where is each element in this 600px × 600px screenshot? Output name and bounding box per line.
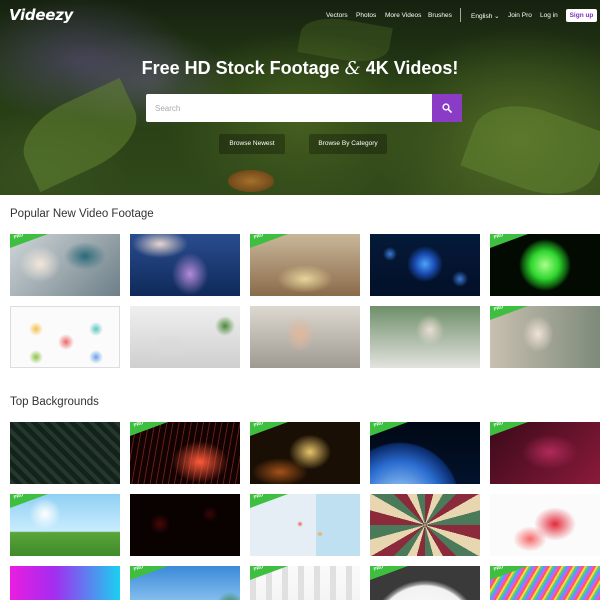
login-link[interactable]: Log in: [540, 12, 558, 19]
browse-category-button[interactable]: Browse By Category: [309, 134, 387, 154]
nav-divider: [460, 8, 461, 22]
signup-button[interactable]: Sign up: [566, 9, 597, 22]
video-thumbnail-earth-space[interactable]: PRO: [370, 422, 480, 484]
hero-banner: Videezy Vectors Photos More Videos Brush…: [0, 0, 600, 195]
browse-newest-button[interactable]: Browse Newest: [219, 134, 285, 154]
video-thumbnail-sunny-field[interactable]: PRO: [10, 494, 120, 556]
nav-brushes[interactable]: Brushes: [428, 12, 452, 19]
video-thumbnail-colorful-lines[interactable]: PRO: [490, 566, 600, 600]
join-pro-link[interactable]: Join Pro: [508, 12, 532, 19]
video-thumbnail-woman-mask-laptop[interactable]: [370, 306, 480, 368]
video-thumbnail-red-smoke[interactable]: [490, 494, 600, 556]
top-navigation: Videezy Vectors Photos More Videos Brush…: [0, 0, 600, 32]
video-thumbnail-dark-red-bokeh[interactable]: [130, 494, 240, 556]
hero-title: Free HD Stock Footage & 4K Videos!: [141, 58, 459, 79]
section-title-popular: Popular New Video Footage: [10, 208, 154, 220]
search-input[interactable]: [146, 94, 432, 122]
video-thumbnail-scientist-microscope[interactable]: PRO: [10, 234, 120, 296]
video-thumbnail-dark-maze[interactable]: [10, 422, 120, 484]
video-thumbnail-map-pins[interactable]: PRO: [250, 494, 360, 556]
video-thumbnail-laptop-desk[interactable]: [130, 306, 240, 368]
videezy-logo[interactable]: Videezy: [9, 6, 73, 24]
language-select[interactable]: English ⌄: [471, 12, 500, 20]
section-title-backgrounds: Top Backgrounds: [10, 396, 99, 408]
video-thumbnail-red-particles[interactable]: PRO: [130, 422, 240, 484]
nav-more-videos[interactable]: More Videos: [385, 12, 421, 19]
video-thumbnail-gold-particles[interactable]: PRO: [250, 422, 360, 484]
video-thumbnail-man-couch-phone[interactable]: [250, 306, 360, 368]
video-thumbnail-green-virus[interactable]: PRO: [490, 234, 600, 296]
chevron-down-icon: ⌄: [494, 13, 500, 20]
video-thumbnail-infographic-people[interactable]: [10, 306, 120, 368]
video-thumbnail-lab-beaker[interactable]: [130, 234, 240, 296]
video-thumbnail-woman-mask-street[interactable]: PRO: [490, 306, 600, 368]
search-bar: [146, 94, 462, 122]
video-thumbnail-clock[interactable]: PRO: [370, 566, 480, 600]
video-thumbnail-sky-trees[interactable]: PRO: [130, 566, 240, 600]
search-button[interactable]: [432, 94, 462, 122]
search-icon: [442, 103, 452, 113]
video-thumbnail-cafe-interior[interactable]: PRO: [250, 234, 360, 296]
video-thumbnail-kaleidoscope[interactable]: [370, 494, 480, 556]
nav-vectors[interactable]: Vectors: [326, 12, 348, 19]
video-thumbnail-magenta-abstract[interactable]: PRO: [490, 422, 600, 484]
video-thumbnail-neon-gradient[interactable]: [10, 566, 120, 600]
video-thumbnail-blue-virus[interactable]: [370, 234, 480, 296]
video-thumbnail-bar-chart[interactable]: PRO: [250, 566, 360, 600]
nav-photos[interactable]: Photos: [356, 12, 376, 19]
